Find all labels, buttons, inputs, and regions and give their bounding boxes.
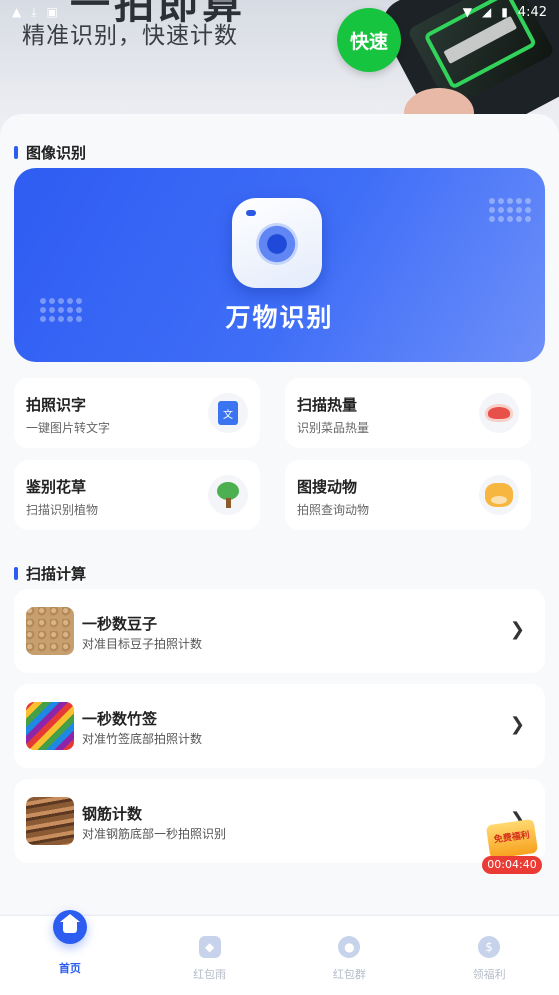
- chevron-right-icon: ❯: [509, 714, 525, 735]
- home-icon: [52, 910, 87, 944]
- nav-red-packet-group[interactable]: ● 红包群: [280, 916, 420, 995]
- gift-icon: 免费福利: [485, 818, 539, 860]
- beans-thumbnail: [26, 607, 74, 655]
- feature-search-animals[interactable]: 图搜动物 拍照查询动物: [285, 460, 531, 530]
- cow-icon: [479, 475, 519, 515]
- nav-welfare[interactable]: $ 领福利: [419, 916, 559, 995]
- warning-icon: ▲: [12, 5, 22, 19]
- camera-icon: [232, 198, 322, 288]
- reward-float-button[interactable]: 免费福利 00:04:40: [480, 818, 544, 876]
- section-title-count: 扫描计算: [14, 563, 86, 584]
- chevron-right-icon: ❯: [509, 619, 525, 640]
- reward-timer: 00:04:40: [482, 856, 542, 874]
- coin-icon: $: [478, 936, 501, 958]
- nav-home[interactable]: 首页: [0, 910, 140, 995]
- document-text-icon: 文: [208, 393, 248, 433]
- decor-dots: [489, 198, 531, 222]
- wifi-icon: ▼: [462, 5, 472, 19]
- chat-icon: ●: [338, 936, 361, 958]
- status-bar: ▲ ⤓ ▣ ▼ ◢ ▮ 4:42: [0, 0, 559, 24]
- section-title-image: 图像识别: [14, 142, 86, 163]
- count-item-rebar[interactable]: 钢筋计数 对准钢筋底部一秒拍照识别 ❯: [14, 779, 545, 863]
- download-icon: ⤓: [31, 4, 37, 19]
- object-recognition-card[interactable]: 万物识别: [14, 168, 545, 362]
- status-time: 4:42: [517, 4, 547, 20]
- hero-label: 万物识别: [225, 303, 334, 332]
- count-item-sticks[interactable]: 一秒数竹签 对准竹签底部拍照计数 ❯: [14, 684, 545, 768]
- signal-icon: ◢: [481, 5, 492, 19]
- rebar-thumbnail: [26, 797, 74, 845]
- notification-icon: ▣: [46, 5, 58, 19]
- meat-icon: [479, 393, 519, 433]
- battery-icon: ▮: [501, 5, 508, 19]
- bottom-nav: 首页 ◆ 红包雨 ● 红包群 $ 领福利: [0, 910, 559, 995]
- feature-scan-calories[interactable]: 扫描热量 识别菜品热量: [285, 378, 531, 448]
- feature-identify-plants[interactable]: 鉴别花草 扫描识别植物: [14, 460, 260, 530]
- nav-red-packet-rain[interactable]: ◆ 红包雨: [140, 916, 280, 995]
- tree-icon: [208, 475, 248, 515]
- feature-photo-text[interactable]: 拍照识字 一键图片转文字 文: [14, 378, 260, 448]
- tag-icon: ◆: [198, 936, 221, 958]
- count-item-beans[interactable]: 一秒数豆子 对准目标豆子拍照计数 ❯: [14, 589, 545, 673]
- sticks-thumbnail: [26, 702, 74, 750]
